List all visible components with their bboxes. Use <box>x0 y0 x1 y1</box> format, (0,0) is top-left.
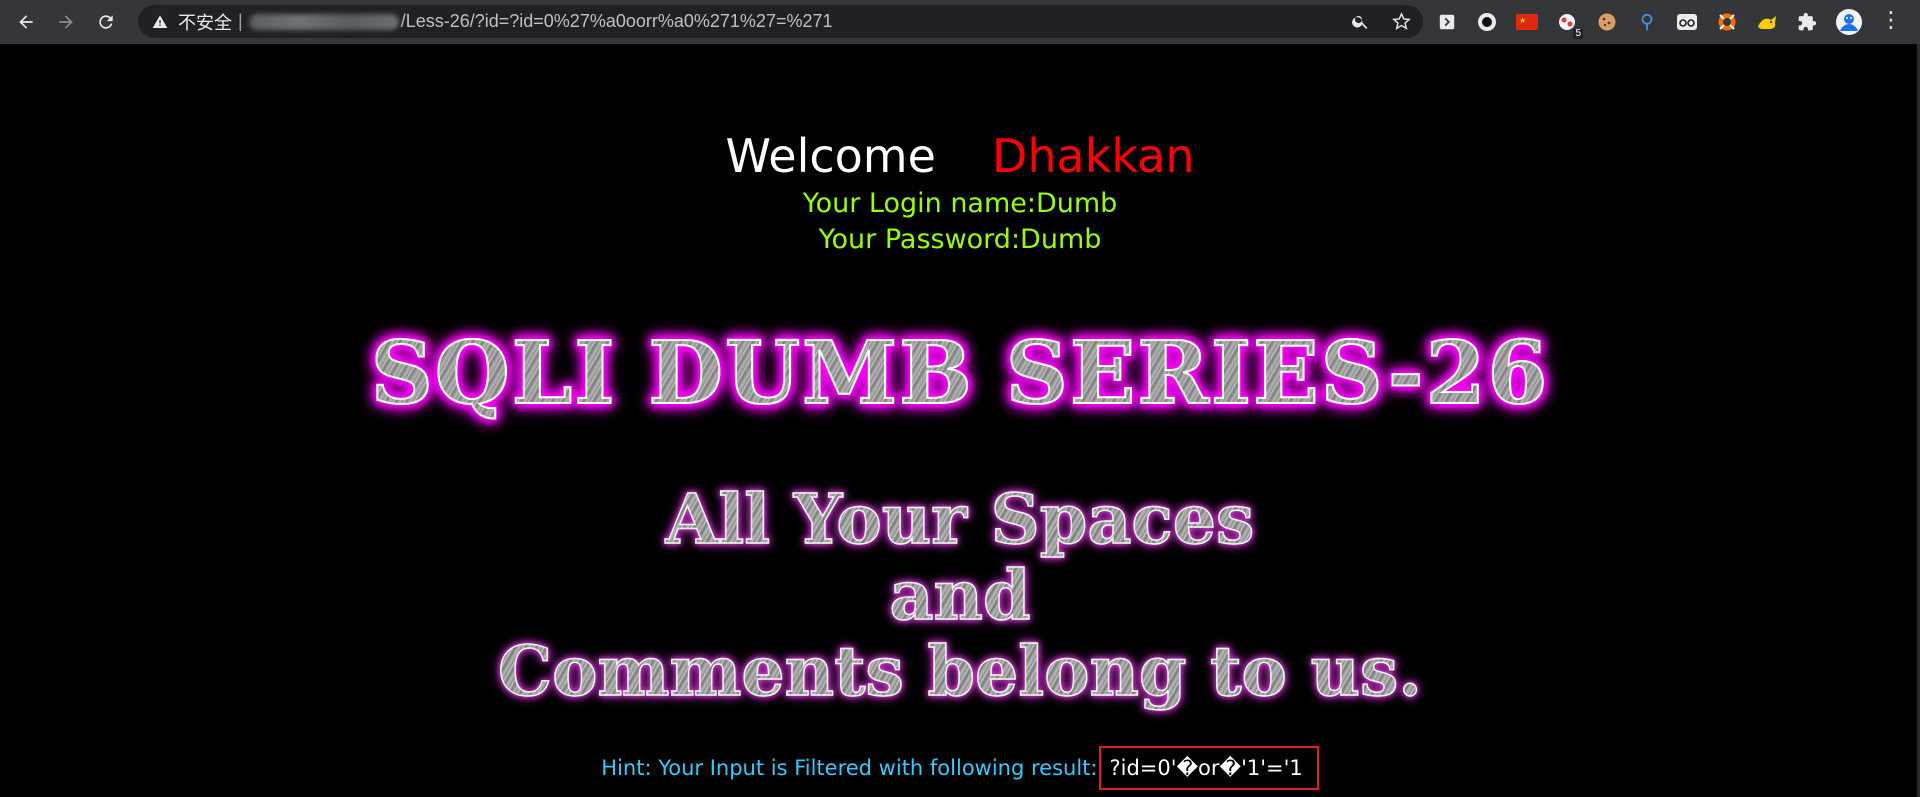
extension-circle-icon[interactable] <box>1476 11 1498 33</box>
extension-lifebuoy-icon[interactable] <box>1716 11 1738 33</box>
profile-avatar-icon[interactable] <box>1836 9 1862 35</box>
filter-hint: Hint: Your Input is Filtered with follow… <box>0 746 1920 790</box>
chrome-menu-icon[interactable]: ⋮ <box>1880 10 1902 32</box>
tagline-line-2: and <box>0 557 1920 635</box>
zoom-icon[interactable] <box>1351 12 1370 31</box>
blurred-host <box>248 13 399 30</box>
svg-text:★: ★ <box>1519 16 1526 25</box>
url-separator: | <box>238 11 243 31</box>
username-text: Dhakkan <box>991 129 1195 183</box>
extension-cat-icon[interactable] <box>1756 11 1778 33</box>
extension-reader-icon[interactable] <box>1436 11 1458 33</box>
extension-game-icon[interactable]: 5 <box>1556 11 1583 39</box>
extensions-bar: ★ 5 <box>1436 0 1862 44</box>
page-content: Welcome Dhakkan Your Login name:Dumb Your… <box>0 44 1920 797</box>
extension-cookie-icon[interactable] <box>1596 11 1618 33</box>
warning-icon[interactable] <box>152 14 168 30</box>
reload-icon <box>99 15 113 29</box>
extension-flag-icon[interactable]: ★ <box>1516 11 1538 33</box>
hint-result-highlight: ?id=0'�or�'1'='1 <box>1099 746 1319 790</box>
back-button[interactable] <box>8 4 44 40</box>
address-bar[interactable]: 不安全 | /Less-26/?id=?id=0%27%a0oorr%a0%27… <box>138 5 1423 38</box>
browser-toolbar: 不安全 | /Less-26/?id=?id=0%27%a0oorr%a0%27… <box>0 0 1920 44</box>
star-icon[interactable] <box>1392 12 1411 31</box>
login-name-line: Your Login name:Dumb <box>802 188 1118 219</box>
tagline-line-3: Comments belong to us. <box>0 633 1920 711</box>
reload-button[interactable] <box>88 4 124 40</box>
forward-button[interactable] <box>48 4 84 40</box>
hint-label: Hint: Your Input is Filtered with follow… <box>601 756 1098 780</box>
puzzle-icon[interactable] <box>1796 11 1818 33</box>
extension-pin-icon[interactable] <box>1636 11 1658 33</box>
forward-icon <box>59 15 73 29</box>
url-text[interactable]: /Less-26/?id=?id=0%27%a0oorr%a0%271%27=%… <box>401 11 833 32</box>
password-line: Your Password:Dumb <box>818 224 1102 255</box>
extension-badge: 5 <box>1573 28 1583 39</box>
security-label[interactable]: 不安全 <box>178 9 232 35</box>
series-title-banner: SQLI DUMB SERIES-26 <box>0 325 1920 423</box>
back-icon <box>19 15 33 29</box>
extension-glasses-icon[interactable] <box>1676 11 1698 33</box>
welcome-heading: Welcome Dhakkan <box>0 128 1920 184</box>
welcome-text: Welcome <box>725 129 936 183</box>
tagline-line-1: All Your Spaces <box>0 481 1920 559</box>
